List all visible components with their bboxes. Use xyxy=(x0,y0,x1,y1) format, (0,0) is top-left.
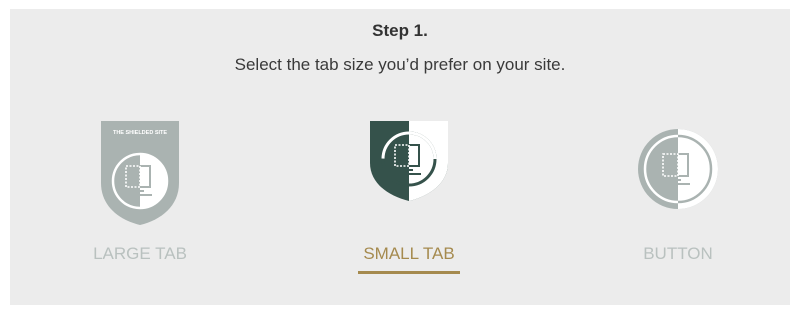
tab-size-selector-panel: Step 1. Select the tab size you’d prefer… xyxy=(10,9,790,305)
step-subtitle: Select the tab size you’d prefer on your… xyxy=(234,55,566,74)
option-small-tab[interactable]: SMALL TAB xyxy=(319,114,499,284)
small-tab-label: SMALL TAB xyxy=(363,244,455,263)
option-large-tab[interactable]: THE SHIELDED SITE LARGE TAB xyxy=(50,114,230,284)
large-tab-badge-text: THE SHIELDED SITE xyxy=(113,130,167,136)
small-shield-icon xyxy=(319,121,499,201)
button-label: BUTTON xyxy=(643,244,713,263)
option-button[interactable]: BUTTON xyxy=(588,114,768,284)
selected-underline xyxy=(358,271,460,274)
step-title: Step 1. xyxy=(372,21,428,40)
large-tab-label: LARGE TAB xyxy=(93,244,187,263)
circle-button-icon xyxy=(588,127,768,211)
large-shield-icon: THE SHIELDED SITE xyxy=(50,121,230,225)
